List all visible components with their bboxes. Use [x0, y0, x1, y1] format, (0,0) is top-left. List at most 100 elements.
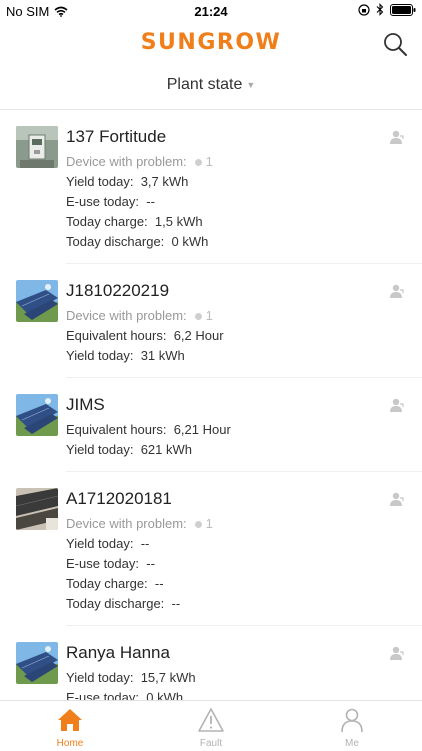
device-problem-row: Device with problem: 1	[66, 308, 213, 323]
stat-value: --	[146, 194, 155, 209]
stat-row: Yield today: 15,7 kWh	[66, 670, 196, 685]
stat-value: 31 kWh	[140, 348, 185, 363]
owner-icon	[390, 284, 404, 298]
tab-home[interactable]: Home	[0, 701, 140, 751]
owner-icon	[390, 646, 404, 660]
stat-label: E-use today:	[66, 690, 139, 700]
sungrow-logo: SUNGROW	[140, 30, 282, 55]
stat-label: Yield today:	[66, 536, 134, 551]
plant-thumbnail	[16, 280, 58, 322]
stat-row: E-use today: 0 kWh	[66, 690, 183, 700]
problem-count: 1	[205, 308, 213, 323]
stat-value: --	[154, 576, 164, 591]
plant-thumbnail	[16, 394, 58, 436]
caret-down-icon: ▼	[246, 79, 256, 90]
plant-list: 137 Fortitude Device with problem: 1 Yield …	[0, 110, 422, 700]
tab-bar: Home Fault Me	[0, 700, 422, 751]
owner-icon	[390, 492, 404, 506]
stat-row: Equivalent hours: 6,2 Hour	[66, 328, 224, 343]
stat-label: Today charge:	[66, 576, 148, 591]
stat-row: Yield today: 621 kWh	[66, 442, 192, 457]
owner-icon	[390, 398, 404, 412]
stat-row: Yield today: --	[66, 536, 149, 551]
search-icon[interactable]	[382, 31, 408, 57]
stat-value: 6,2 Hour	[173, 328, 224, 343]
plant-card[interactable]: 137 Fortitude Device with problem: 1 Yield …	[0, 110, 422, 264]
device-problem-row: Device with problem: 1	[66, 154, 213, 169]
orientation-lock-icon	[358, 3, 370, 16]
status-right	[358, 3, 416, 16]
tab-me-label: Me	[345, 738, 359, 749]
stat-row: E-use today: --	[66, 194, 155, 209]
problem-count: 1	[205, 154, 213, 169]
stat-label: Yield today:	[66, 670, 134, 685]
stat-row: Equivalent hours: 6,21 Hour	[66, 422, 231, 437]
plant-thumbnail	[16, 126, 58, 168]
plant-card[interactable]: J1810220219 Device with problem: 1 Equivale…	[0, 264, 422, 378]
status-dot-icon	[194, 521, 202, 529]
stat-value: --	[146, 556, 155, 571]
stat-label: Yield today:	[66, 348, 134, 363]
filter-label: Plant state	[166, 76, 243, 93]
battery-icon	[390, 3, 416, 16]
stat-value: 1,5 kWh	[154, 214, 203, 229]
stat-value: 0 kWh	[171, 234, 209, 249]
plant-name: Ranya Hanna	[66, 643, 170, 662]
tab-fault-label: Fault	[199, 738, 223, 749]
stat-label: E-use today:	[66, 556, 139, 571]
tab-home-label: Home	[56, 738, 84, 749]
stat-label: Device with problem:	[66, 516, 187, 531]
plant-name: A1712020181	[66, 489, 172, 508]
device-problem-row: Device with problem: 1	[66, 516, 213, 531]
stat-value: 621 kWh	[140, 442, 192, 457]
stat-value: --	[140, 536, 150, 551]
plant-thumbnail	[16, 488, 58, 530]
stat-row: Yield today: 31 kWh	[66, 348, 185, 363]
stat-label: Device with problem:	[66, 154, 187, 169]
plant-card[interactable]: Ranya Hanna Yield today: 15,7 kWh E-use to…	[0, 626, 422, 700]
plant-state-filter[interactable]: Plant state ▼	[0, 76, 422, 94]
stat-label: Device with problem:	[66, 308, 187, 323]
stat-label: Yield today:	[66, 174, 134, 189]
plant-card[interactable]: JIMS Equivalent hours: 6,21 Hour Yield tod…	[0, 378, 422, 472]
stat-row: E-use today: --	[66, 556, 155, 571]
status-dot-icon	[194, 159, 202, 167]
stat-value: --	[171, 596, 181, 611]
tab-fault[interactable]: Fault	[141, 701, 281, 751]
stat-label: Today discharge:	[66, 234, 165, 249]
stat-row: Yield today: 3,7 kWh	[66, 174, 188, 189]
plant-name: JIMS	[66, 395, 105, 414]
plant-thumbnail	[16, 642, 58, 684]
stat-row: Today discharge: --	[66, 596, 180, 611]
app-header: SUNGROW	[0, 22, 422, 66]
stat-label: Today charge:	[66, 214, 148, 229]
stat-label: Today discharge:	[66, 596, 165, 611]
stat-value: 0 kWh	[146, 690, 184, 700]
stat-row: Today charge: --	[66, 576, 164, 591]
stat-value: 15,7 kWh	[140, 670, 196, 685]
stat-row: Today charge: 1,5 kWh	[66, 214, 203, 229]
problem-count: 1	[205, 516, 213, 531]
stat-label: E-use today:	[66, 194, 139, 209]
owner-icon	[390, 130, 404, 144]
warning-icon	[198, 708, 224, 732]
plant-card[interactable]: A1712020181 Device with problem: 1 Yield to…	[0, 472, 422, 626]
stat-value: 3,7 kWh	[140, 174, 189, 189]
stat-value: 6,21 Hour	[173, 422, 231, 437]
home-icon	[58, 709, 82, 731]
bluetooth-icon	[376, 3, 384, 16]
person-icon	[341, 708, 363, 733]
plant-name: J1810220219	[66, 281, 170, 300]
tab-me[interactable]: Me	[282, 701, 422, 751]
stat-label: Equivalent hours:	[66, 328, 167, 343]
status-dot-icon	[194, 313, 202, 321]
